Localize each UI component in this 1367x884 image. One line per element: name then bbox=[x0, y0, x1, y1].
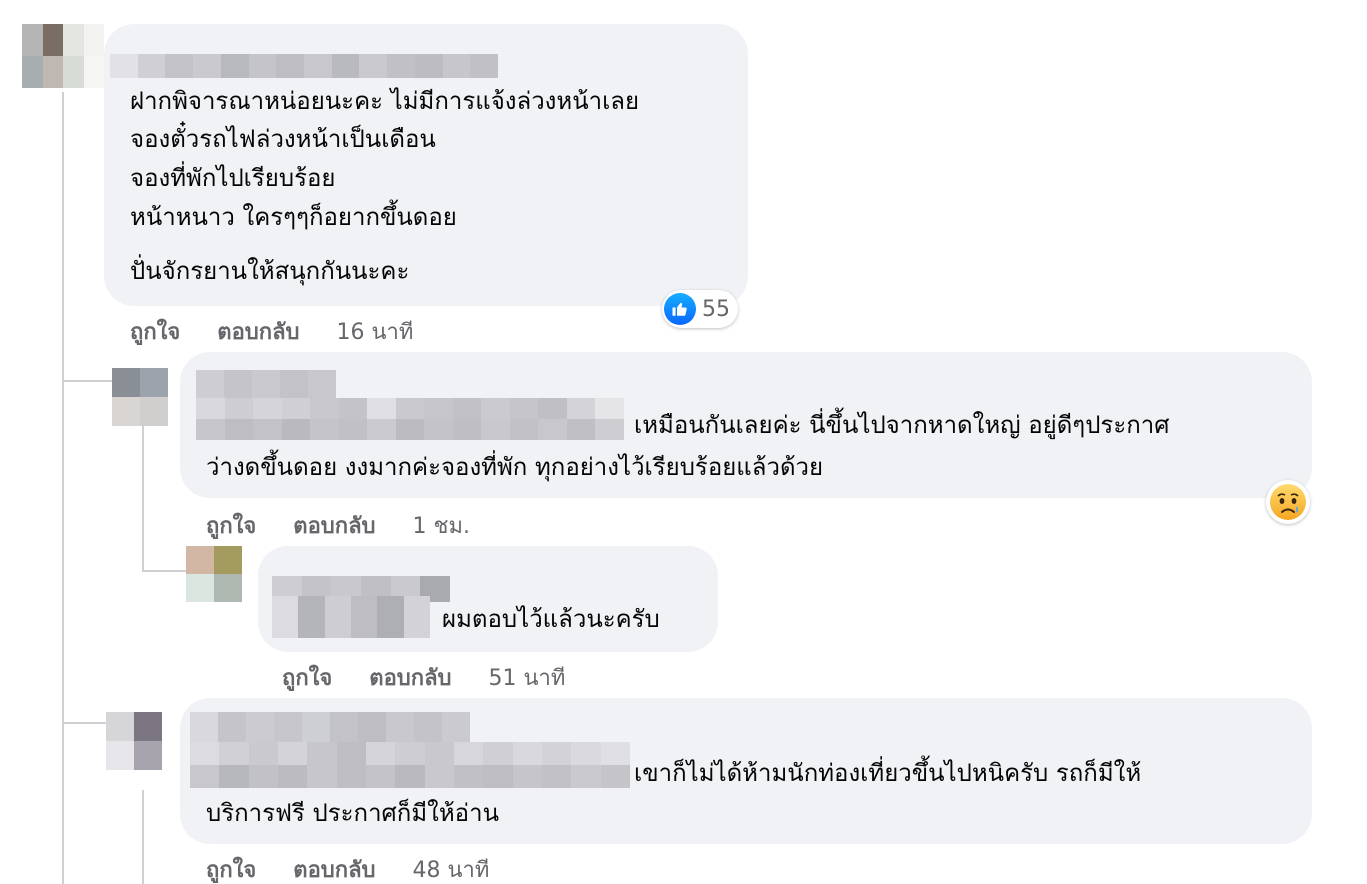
thread-connector-reply-3 bbox=[62, 722, 110, 724]
comment-actions: ถูกใจ ตอบกลับ 16 นาที bbox=[130, 314, 413, 349]
comment-text: ฝากพิจารณาหน่อยนะคะ ไม่มีการแจ้งล่วงหน้า… bbox=[130, 87, 640, 115]
mention-tag[interactable] bbox=[190, 742, 630, 788]
thread-line-reply-3 bbox=[142, 790, 144, 884]
like-button[interactable]: ถูกใจ bbox=[130, 320, 180, 345]
reply-button[interactable]: ตอบกลับ bbox=[293, 858, 375, 883]
comment-actions: ถูกใจ ตอบกลับ 48 นาที bbox=[206, 852, 489, 884]
reaction-number: 55 bbox=[702, 296, 730, 322]
author-name[interactable] bbox=[196, 370, 336, 398]
comment-text: เหมือนกันเลยค่ะ นี่ขึ้นไปจากหาดใหญ่ อยู่… bbox=[634, 411, 1170, 439]
comment-text: ผมตอบไว้แล้วนะครับ bbox=[442, 605, 660, 633]
reply-button[interactable]: ตอบกลับ bbox=[369, 666, 451, 691]
mention-tag[interactable] bbox=[196, 398, 624, 440]
avatar[interactable] bbox=[112, 368, 168, 426]
avatar[interactable] bbox=[106, 712, 162, 770]
comment-actions: ถูกใจ ตอบกลับ 1 ชม. bbox=[206, 508, 470, 543]
like-button[interactable]: ถูกใจ bbox=[206, 858, 256, 883]
thread-line-reply-1 bbox=[142, 420, 144, 572]
author-name[interactable] bbox=[110, 54, 498, 78]
avatar[interactable] bbox=[22, 24, 104, 88]
author-name[interactable] bbox=[190, 712, 470, 742]
reaction-count[interactable]: 55 bbox=[662, 290, 738, 328]
comment-thread: ฝากพิจารณาหน่อยนะคะ ไม่มีการแจ้งล่วงหน้า… bbox=[0, 0, 1367, 884]
reply-button[interactable]: ตอบกลับ bbox=[293, 514, 375, 539]
comment-text: จองตั๋วรถไฟล่วงหน้าเป็นเดือน bbox=[130, 125, 436, 153]
reply-button[interactable]: ตอบกลับ bbox=[217, 320, 299, 345]
reaction-sad[interactable] bbox=[1266, 480, 1310, 524]
like-icon bbox=[664, 293, 696, 325]
sad-icon bbox=[1270, 484, 1306, 520]
timestamp[interactable]: 48 นาที bbox=[413, 858, 490, 883]
timestamp[interactable]: 1 ชม. bbox=[413, 514, 470, 539]
mention-tag[interactable] bbox=[272, 596, 430, 638]
comment-text: ปั่นจักรยานให้สนุกกันนะคะ bbox=[130, 257, 410, 285]
like-button[interactable]: ถูกใจ bbox=[282, 666, 332, 691]
avatar[interactable] bbox=[186, 546, 242, 602]
thread-connector-reply-2 bbox=[142, 570, 190, 572]
like-button[interactable]: ถูกใจ bbox=[206, 514, 256, 539]
comment-actions: ถูกใจ ตอบกลับ 51 นาที bbox=[282, 660, 565, 695]
timestamp[interactable]: 16 นาที bbox=[337, 320, 414, 345]
thread-line-main bbox=[62, 92, 64, 884]
comment-text: หน้าหนาว ใครๆๆก็อยากขึ้นดอย bbox=[130, 203, 457, 231]
comment-text: จองที่พักไปเรียบร้อย bbox=[130, 164, 336, 192]
timestamp[interactable]: 51 นาที bbox=[489, 666, 566, 691]
comment-text: ว่างดขึ้นดอย งงมากค่ะจองที่พัก ทุกอย่างไ… bbox=[206, 453, 824, 481]
comment-text: บริการฟรี ประกาศก็มีให้อ่าน bbox=[206, 799, 499, 827]
comment-text: เขาก็ไม่ได้ห้ามนักท่องเที่ยวขึ้นไปหนิครั… bbox=[634, 759, 1142, 787]
